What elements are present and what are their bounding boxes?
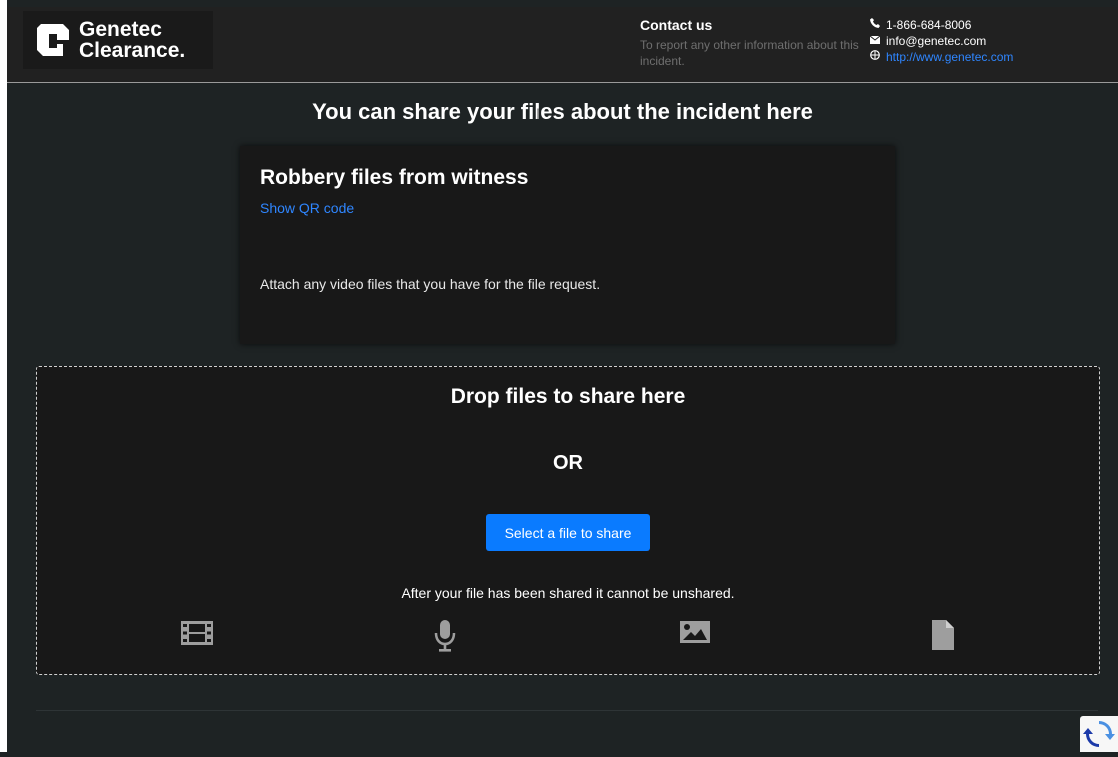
page-title: You can share your files about the incid… [312, 99, 813, 124]
request-title: Robbery files from witness [260, 166, 529, 189]
contact-description: To report any other information about th… [640, 38, 859, 68]
logo-text: Genetec Clearance. [79, 19, 185, 61]
contact-email-row[interactable]: info@genetec.com [869, 33, 1110, 49]
header: Genetec Clearance. Contact us To report … [7, 7, 1118, 83]
logo-line-1: Genetec [79, 18, 162, 41]
recaptcha-badge[interactable] [1080, 716, 1118, 752]
document-icon [932, 620, 954, 650]
dropzone-or: OR [553, 452, 583, 474]
contact-website-link[interactable]: http://www.genetec.com [886, 49, 1013, 65]
image-icon [680, 621, 710, 643]
envelope-icon [869, 33, 882, 49]
contact-website-row[interactable]: http://www.genetec.com [870, 49, 1110, 65]
file-request-card: Robbery files from witness Show QR code … [240, 146, 895, 344]
phone-icon [870, 17, 882, 33]
contact-title: Contact us [640, 17, 713, 33]
genetec-clearance-logo[interactable]: Genetec Clearance. [23, 11, 213, 69]
contact-phone-row[interactable]: 1-866-684-8006 [870, 17, 1110, 33]
recaptcha-icon [1083, 721, 1115, 747]
footer-divider [36, 710, 1098, 711]
contact-info: 1-866-684-8006 info@genetec.com http://w… [869, 17, 1110, 65]
film-icon [181, 621, 213, 645]
contact-section: Contact us To report any other informati… [640, 17, 860, 69]
text-cursor-icon: I [536, 107, 541, 123]
contact-email: info@genetec.com [886, 34, 987, 48]
dropzone-note: After your file has been shared it canno… [401, 585, 735, 601]
dropzone-title: Drop files to share here [450, 385, 686, 408]
show-qr-code-link[interactable]: Show QR code [260, 200, 354, 216]
globe-icon [870, 49, 882, 65]
left-gutter [0, 0, 7, 752]
microphone-icon [434, 620, 456, 652]
select-file-button[interactable]: Select a file to share [486, 514, 650, 551]
file-dropzone[interactable]: Drop files to share here OR Select a fil… [36, 366, 1100, 675]
genetec-logo-icon [37, 24, 69, 56]
logo-line-2: Clearance. [79, 39, 186, 62]
contact-phone: 1-866-684-8006 [886, 18, 972, 32]
request-description: Attach any video files that you have for… [260, 276, 601, 292]
